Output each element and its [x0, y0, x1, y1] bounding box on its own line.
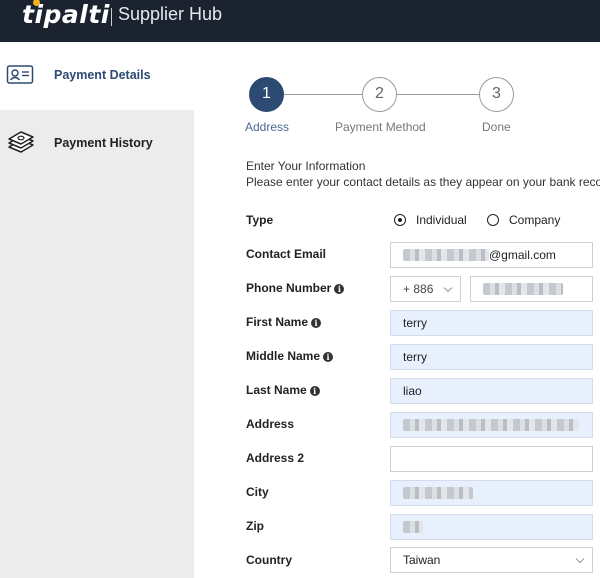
info-icon[interactable]: i — [311, 318, 322, 328]
step-2-circle[interactable]: 2 — [362, 77, 397, 112]
form-intro-text: Please enter your contact details as the… — [246, 175, 600, 189]
radio-individual-label: Individual — [416, 213, 467, 227]
phone-country-code: + 886 — [403, 282, 434, 296]
first-name-field[interactable]: terry — [390, 310, 593, 336]
address-2-field[interactable] — [390, 446, 593, 472]
chevron-down-icon — [575, 554, 585, 564]
zip-field[interactable] — [390, 514, 593, 540]
email-domain: @gmail.com — [489, 248, 556, 262]
redacted-text — [483, 283, 563, 295]
info-icon[interactable]: i — [323, 352, 334, 362]
phone-number-label-text: Phone Number — [246, 281, 332, 295]
step-2-label: Payment Method — [335, 120, 426, 134]
first-name-label-text: First Name — [246, 315, 309, 329]
sidebar: Payment Details Payment History — [0, 42, 194, 578]
address-field[interactable] — [390, 412, 593, 438]
contact-email-label: Contact Email — [246, 247, 327, 261]
city-label: City — [246, 485, 269, 499]
radio-individual[interactable]: Individual — [394, 213, 467, 227]
radio-company[interactable]: Company — [487, 213, 560, 227]
info-icon[interactable]: i — [309, 386, 320, 396]
country-select[interactable]: Taiwan — [390, 547, 593, 573]
middle-name-label: Middle Name i — [246, 349, 334, 363]
radio-selected-icon — [394, 214, 406, 226]
money-stack-icon — [6, 130, 34, 154]
radio-unselected-icon — [487, 214, 499, 226]
chevron-down-icon — [443, 283, 453, 293]
sidebar-item-payment-history[interactable]: Payment History — [0, 110, 194, 578]
step-1-circle[interactable]: 1 — [249, 77, 284, 112]
sidebar-item-label: Payment Details — [54, 68, 151, 82]
id-card-icon — [6, 63, 34, 87]
first-name-label: First Name i — [246, 315, 322, 329]
zip-label: Zip — [246, 519, 264, 533]
redacted-text — [403, 249, 489, 261]
radio-company-label: Company — [509, 213, 561, 227]
form-intro-title: Enter Your Information — [246, 159, 366, 173]
form-intro: Enter Your Information Please enter your… — [246, 158, 600, 190]
contact-email-field[interactable]: @gmail.com — [390, 242, 593, 268]
sidebar-item-payment-details[interactable]: Payment Details — [0, 42, 194, 110]
info-icon[interactable]: i — [334, 284, 345, 294]
step-connector — [397, 94, 479, 95]
step-connector — [284, 94, 362, 95]
address-label: Address — [246, 417, 295, 431]
last-name-field[interactable]: liao — [390, 378, 593, 404]
brand-divider — [111, 8, 112, 26]
top-bar: tipalti Supplier Hub — [0, 0, 600, 42]
step-1-label: Address — [245, 120, 290, 134]
step-3-label: Done — [482, 120, 511, 134]
redacted-text — [403, 487, 473, 499]
progress-stepper: 1 2 3 Address Payment Method Done — [236, 76, 600, 140]
sidebar-item-label: Payment History — [54, 136, 153, 150]
country-value: Taiwan — [403, 553, 441, 567]
middle-name-label-text: Middle Name — [246, 349, 321, 363]
phone-country-code-select[interactable]: + 886 — [390, 276, 461, 302]
last-name-label: Last Name i — [246, 383, 320, 397]
last-name-label-text: Last Name — [246, 383, 307, 397]
country-label: Country — [246, 553, 292, 567]
city-field[interactable] — [390, 480, 593, 506]
middle-name-field[interactable]: terry — [390, 344, 593, 370]
redacted-text — [403, 419, 579, 431]
step-3-circle[interactable]: 3 — [479, 77, 514, 112]
phone-number-label: Phone Number i — [246, 281, 345, 295]
address-2-label: Address 2 — [246, 451, 305, 465]
phone-number-field[interactable] — [470, 276, 593, 302]
redacted-text — [403, 521, 423, 533]
app-title: Supplier Hub — [118, 4, 223, 24]
type-label: Type — [246, 213, 274, 227]
